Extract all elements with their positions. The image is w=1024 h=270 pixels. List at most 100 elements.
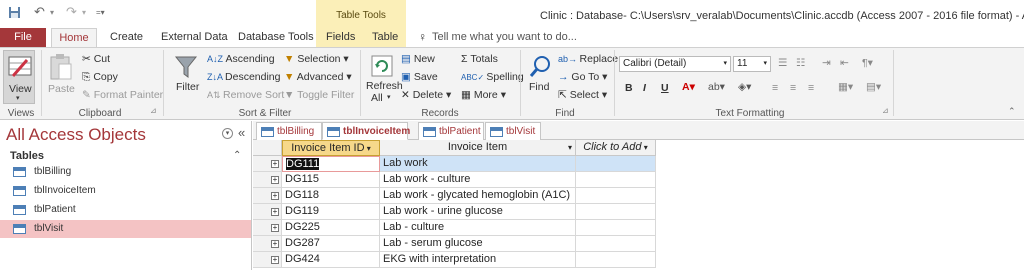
align-center-icon[interactable]: ≡: [790, 82, 796, 94]
numbering-icon[interactable]: ☷: [796, 57, 805, 69]
selection-button[interactable]: ▼ Selection ▾: [284, 53, 349, 65]
sort-ascending-button[interactable]: A↓Z Ascending: [207, 53, 275, 65]
cell-invoice-item[interactable]: EKG with interpretation: [380, 252, 576, 268]
column-header-invoice-item-id[interactable]: Invoice Item ID ▾: [282, 140, 380, 156]
filter-button[interactable]: Filter: [169, 52, 203, 102]
row-selector[interactable]: +: [253, 220, 282, 236]
underline-button[interactable]: U: [661, 82, 669, 94]
cell-invoice-item[interactable]: Lab work - urine glucose: [380, 204, 576, 220]
font-color-icon[interactable]: A▾: [682, 81, 695, 93]
cell-invoice-item[interactable]: Lab - serum glucose: [380, 236, 576, 252]
cell-invoice-item-id[interactable]: DG111: [282, 156, 380, 172]
save-icon[interactable]: [8, 6, 21, 22]
cell-click-to-add[interactable]: [576, 236, 656, 252]
cell-invoice-item-id[interactable]: DG115: [282, 172, 380, 188]
doc-tab-tblinvoiceitem[interactable]: tblInvoiceItem: [322, 122, 410, 140]
refresh-all-button[interactable]: Refresh All ▾: [365, 52, 403, 106]
tab-external-data[interactable]: External Data: [161, 31, 228, 43]
gridlines-icon[interactable]: ▦▾: [838, 81, 853, 93]
cell-invoice-item[interactable]: Lab work - glycated hemoglobin (A1C): [380, 188, 576, 204]
tab-create[interactable]: Create: [110, 31, 143, 43]
view-button[interactable]: View ▾: [3, 50, 35, 104]
select-button[interactable]: ⇱ Select ▾: [558, 89, 607, 101]
undo-dropdown-icon[interactable]: ▾: [50, 8, 54, 17]
text-formatting-launcher-icon[interactable]: ⊿: [882, 106, 889, 115]
cut-button[interactable]: ✂ Cut: [82, 53, 110, 65]
indent-increase-icon[interactable]: ⇥: [822, 57, 831, 69]
row-selector[interactable]: +: [253, 204, 282, 220]
column-header-click-to-add[interactable]: Click to Add ▾: [576, 140, 656, 156]
advanced-button[interactable]: ▼ Advanced ▾: [284, 71, 352, 83]
row-selector[interactable]: +: [253, 156, 282, 172]
paragraph-direction-icon[interactable]: ¶▾: [862, 57, 873, 69]
format-painter-button[interactable]: ✎ Format Painter: [82, 89, 163, 101]
bullets-icon[interactable]: ☰: [778, 57, 787, 69]
shutter-bar-close-icon[interactable]: «: [238, 125, 245, 140]
nav-item-tblvisit[interactable]: tblVisit: [0, 220, 251, 238]
fill-color-icon[interactable]: ◈▾: [738, 81, 751, 93]
column-dropdown-icon[interactable]: ▾: [568, 140, 572, 155]
column-dropdown-icon[interactable]: ▾: [642, 143, 648, 152]
cell-invoice-item[interactable]: Lab work: [380, 156, 576, 172]
redo-icon[interactable]: ↷: [66, 4, 77, 20]
font-size-combobox[interactable]: 11 ▾: [733, 56, 771, 72]
nav-item-tblinvoiceitem[interactable]: tblInvoiceItem: [0, 182, 251, 200]
spelling-button[interactable]: ABC✓ Spelling: [461, 71, 524, 83]
cell-invoice-item[interactable]: Lab work - culture: [380, 172, 576, 188]
italic-button[interactable]: I: [643, 82, 646, 94]
expand-subdatasheet-icon[interactable]: +: [271, 224, 279, 232]
tab-home[interactable]: Home: [51, 28, 97, 48]
more-button[interactable]: ▦ More ▾: [461, 89, 506, 101]
align-left-icon[interactable]: ≡: [772, 82, 778, 94]
delete-record-button[interactable]: ✕ Delete ▾: [401, 89, 451, 101]
copy-button[interactable]: ⎘ Copy: [82, 71, 118, 84]
expand-subdatasheet-icon[interactable]: +: [271, 208, 279, 216]
nav-item-tblpatient[interactable]: tblPatient: [0, 201, 251, 219]
cell-invoice-item-id[interactable]: DG118: [282, 188, 380, 204]
font-name-combobox[interactable]: Calibri (Detail) ▾: [619, 56, 731, 72]
sort-descending-button[interactable]: Z↓A Descending: [207, 71, 280, 83]
tab-table[interactable]: Table: [372, 31, 398, 43]
doc-tab-tblbilling[interactable]: tblBilling: [256, 122, 322, 140]
cell-click-to-add[interactable]: [576, 188, 656, 204]
column-dropdown-icon[interactable]: ▾: [365, 144, 371, 153]
nav-menu-chevron-icon[interactable]: ▾: [222, 128, 233, 139]
column-header-invoice-item[interactable]: Invoice Item ▾: [380, 140, 576, 156]
expand-subdatasheet-icon[interactable]: +: [271, 160, 279, 168]
align-right-icon[interactable]: ≡: [808, 82, 814, 94]
expand-subdatasheet-icon[interactable]: +: [271, 240, 279, 248]
doc-tab-tblpatient[interactable]: tblPatient: [418, 122, 484, 140]
row-selector[interactable]: +: [253, 172, 282, 188]
tab-database-tools[interactable]: Database Tools: [238, 31, 314, 43]
remove-sort-button[interactable]: A⇅ Remove Sort: [207, 89, 284, 101]
row-selector[interactable]: +: [253, 188, 282, 204]
select-all-corner[interactable]: [253, 140, 282, 156]
tab-file[interactable]: File: [0, 28, 46, 47]
row-selector[interactable]: +: [253, 236, 282, 252]
find-button[interactable]: Find: [525, 52, 555, 102]
cell-invoice-item-id[interactable]: DG424: [282, 252, 380, 268]
cell-invoice-item-id[interactable]: DG287: [282, 236, 380, 252]
new-record-button[interactable]: ▤ New: [401, 53, 435, 65]
toggle-filter-button[interactable]: ▼ Toggle Filter: [284, 89, 354, 101]
paste-button[interactable]: Paste: [46, 51, 76, 105]
cell-click-to-add[interactable]: [576, 172, 656, 188]
indent-decrease-icon[interactable]: ⇤: [840, 57, 849, 69]
alternate-row-color-icon[interactable]: ▤▾: [866, 81, 881, 93]
expand-subdatasheet-icon[interactable]: +: [271, 176, 279, 184]
nav-section-tables[interactable]: Tables: [10, 150, 44, 162]
bold-button[interactable]: B: [625, 82, 633, 94]
cell-click-to-add[interactable]: [576, 204, 656, 220]
tab-fields[interactable]: Fields: [326, 31, 355, 43]
highlight-color-icon[interactable]: ab▾: [708, 81, 725, 93]
nav-pane-title[interactable]: All Access Objects: [6, 125, 146, 145]
expand-subdatasheet-icon[interactable]: +: [271, 192, 279, 200]
cell-invoice-item-id[interactable]: DG225: [282, 220, 380, 236]
expand-subdatasheet-icon[interactable]: +: [271, 256, 279, 264]
cell-click-to-add[interactable]: [576, 252, 656, 268]
cell-click-to-add[interactable]: [576, 156, 656, 172]
cell-invoice-item[interactable]: Lab - culture: [380, 220, 576, 236]
replace-button[interactable]: ab→ Replace: [558, 53, 618, 65]
doc-tab-tblvisit[interactable]: tblVisit: [485, 122, 541, 140]
undo-icon[interactable]: ↶: [34, 4, 45, 20]
